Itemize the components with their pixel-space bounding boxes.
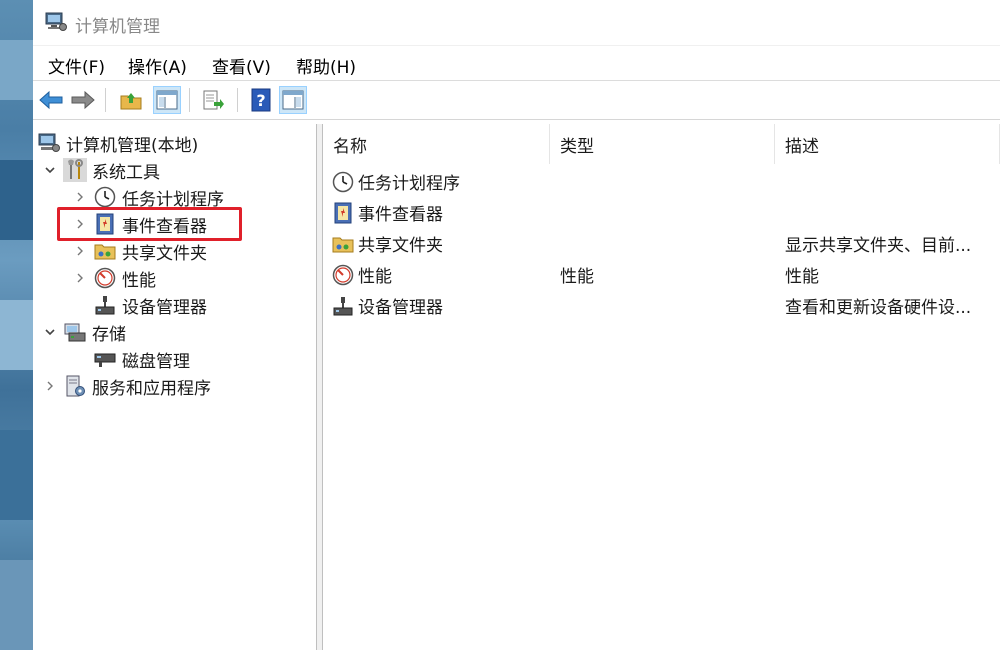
- tree-item-label: 计算机管理(本地): [66, 135, 199, 156]
- computer-management-window: 计算机管理 文件(F) 操作(A) 查看(V) 帮助(H) ? 计算机管理(本地…: [33, 0, 1000, 650]
- list-item-name-cell: 设备管理器: [331, 293, 443, 318]
- list-item[interactable]: 性能 性能 性能: [323, 258, 1000, 289]
- column-header-type[interactable]: 类型: [550, 124, 775, 164]
- clock-icon: [331, 170, 355, 194]
- desktop-tile: [0, 160, 33, 240]
- console-tree: 计算机管理(本地) 系统工具 任务计划程序 事件查看器 共享文件夹 性能 设备管…: [33, 124, 317, 650]
- toolbar: ?: [33, 82, 1000, 120]
- performance-gauge-icon: [331, 263, 355, 287]
- tree-item-device-manager[interactable]: 设备管理器: [93, 292, 207, 318]
- list-item[interactable]: 设备管理器 查看和更新设备硬件设...: [323, 289, 1000, 320]
- show-action-pane-icon[interactable]: [279, 86, 307, 114]
- list-item-description: 查看和更新设备硬件设...: [785, 298, 972, 318]
- desktop-tile: [0, 560, 33, 650]
- disk-icon: [93, 347, 117, 371]
- list-item-name: 性能: [358, 267, 392, 287]
- device-manager-icon: [331, 294, 355, 318]
- list-item[interactable]: 共享文件夹 显示共享文件夹、目前...: [323, 227, 1000, 258]
- list-item-name-cell: 任务计划程序: [331, 169, 460, 194]
- details-list: 名称 类型 描述 任务计划程序 事件查看器 共享文件夹 显示共享文件夹、目前..…: [323, 124, 1000, 650]
- storage-icon: [63, 320, 87, 344]
- list-item-name: 任务计划程序: [358, 174, 460, 194]
- chevron-right-icon[interactable]: [73, 190, 87, 204]
- tree-item-root[interactable]: 计算机管理(本地): [37, 130, 198, 156]
- tree-item-label: 磁盘管理: [122, 351, 190, 372]
- performance-gauge-icon: [93, 266, 117, 290]
- toolbar-separator: [105, 88, 106, 112]
- tree-item-shared-folders[interactable]: 共享文件夹: [73, 238, 207, 264]
- tools-icon: [63, 158, 87, 182]
- list-item-name-cell: 事件查看器: [331, 200, 443, 225]
- forward-icon[interactable]: [69, 86, 97, 114]
- menu-bar: 文件(F) 操作(A) 查看(V) 帮助(H): [33, 47, 1000, 81]
- menu-file[interactable]: 文件(F): [46, 53, 107, 78]
- chevron-down-icon[interactable]: [43, 325, 57, 339]
- list-item-description: 显示共享文件夹、目前...: [785, 236, 972, 256]
- tree-item-performance[interactable]: 性能: [73, 265, 156, 291]
- event-log-icon: [331, 201, 355, 225]
- chevron-right-icon[interactable]: [73, 244, 87, 258]
- shared-folder-icon: [93, 239, 117, 263]
- tree-item-label: 任务计划程序: [122, 189, 224, 210]
- window-title: 计算机管理: [75, 17, 160, 37]
- column-header-name[interactable]: 名称: [323, 124, 550, 164]
- toolbar-separator: [189, 88, 190, 112]
- tree-item-label: 服务和应用程序: [92, 378, 211, 399]
- tree-item-label: 性能: [122, 270, 156, 291]
- menu-view[interactable]: 查看(V): [210, 53, 273, 78]
- chevron-right-icon[interactable]: [73, 271, 87, 285]
- list-item-description: 性能: [785, 267, 819, 287]
- tree-item-label: 共享文件夹: [122, 243, 207, 264]
- up-folder-icon[interactable]: [117, 86, 145, 114]
- highlight-annotation: [57, 207, 242, 241]
- svg-text:?: ?: [256, 91, 265, 110]
- export-list-icon[interactable]: [199, 86, 227, 114]
- list-item[interactable]: 事件查看器: [323, 196, 1000, 227]
- tree-item-services-apps[interactable]: 服务和应用程序: [43, 373, 211, 399]
- chevron-right-icon[interactable]: [43, 379, 57, 393]
- list-item-name-cell: 性能: [331, 262, 392, 287]
- list-item-name: 共享文件夹: [358, 236, 443, 256]
- show-hide-tree-icon[interactable]: [153, 86, 181, 114]
- list-item-name-cell: 共享文件夹: [331, 231, 443, 256]
- menu-action[interactable]: 操作(A): [126, 53, 189, 78]
- tree-item-label: 系统工具: [92, 162, 160, 183]
- tree-item-disk-management[interactable]: 磁盘管理: [93, 346, 190, 372]
- back-icon[interactable]: [37, 86, 65, 114]
- list-item[interactable]: 任务计划程序: [323, 165, 1000, 196]
- tree-item-storage[interactable]: 存储: [43, 319, 126, 345]
- toolbar-separator: [237, 88, 238, 112]
- list-item-type: 性能: [560, 267, 594, 287]
- services-icon: [63, 374, 87, 398]
- computer-management-icon: [37, 131, 61, 155]
- tree-item-label: 设备管理器: [122, 297, 207, 318]
- desktop-tile: [0, 430, 33, 520]
- desktop-background: [0, 0, 33, 650]
- desktop-tile: [0, 40, 33, 100]
- menu-help[interactable]: 帮助(H): [294, 53, 358, 78]
- tree-item-label: 存储: [92, 324, 126, 345]
- computer-management-icon: [45, 12, 67, 37]
- chevron-down-icon[interactable]: [43, 163, 57, 177]
- desktop-tile: [0, 300, 33, 370]
- title-bar[interactable]: 计算机管理: [33, 0, 1000, 46]
- column-header-description[interactable]: 描述: [775, 124, 1000, 164]
- device-manager-icon: [93, 293, 117, 317]
- list-item-name: 事件查看器: [358, 205, 443, 225]
- list-item-name: 设备管理器: [358, 298, 443, 318]
- help-icon[interactable]: ?: [247, 86, 275, 114]
- clock-icon: [93, 185, 117, 209]
- shared-folder-icon: [331, 232, 355, 256]
- tree-item-system-tools[interactable]: 系统工具: [43, 157, 160, 183]
